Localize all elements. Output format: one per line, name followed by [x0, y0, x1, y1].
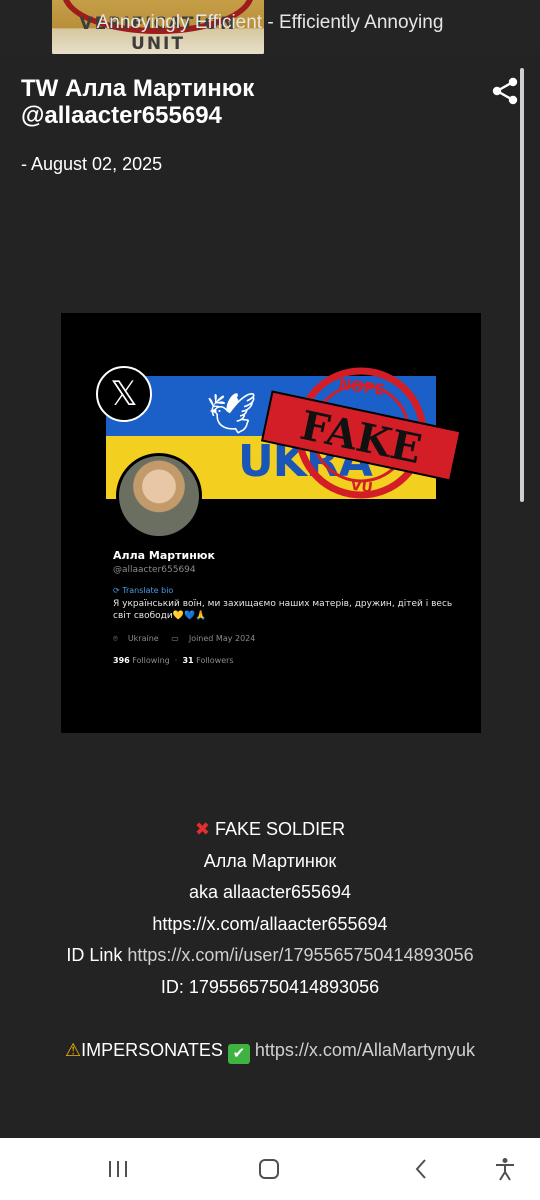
site-tagline: Annoyingly Efficient - Efficiently Annoy…: [96, 12, 444, 33]
back-button[interactable]: [406, 1156, 436, 1182]
name-line: Алла Мартинюк: [203, 850, 337, 871]
location-icon: ⌾: [113, 634, 118, 643]
android-nav-bar: [0, 1138, 540, 1200]
recent-apps-button[interactable]: [103, 1156, 133, 1182]
post-date: - August 02, 2025: [21, 154, 163, 174]
avatar: [116, 453, 202, 539]
translate-icon: ⟳: [113, 586, 120, 595]
x-logo-icon: 𝕏: [96, 366, 152, 422]
home-icon: [259, 1159, 279, 1179]
profile-details: Алла Мартинюк @allaacter655694 ⟳ Transla…: [113, 549, 463, 665]
check-mark-icon: ✔: [227, 1043, 250, 1064]
id-line: ID: 1795565750414893056: [160, 976, 380, 997]
accessibility-button[interactable]: [490, 1156, 520, 1182]
back-icon: [415, 1159, 426, 1179]
profile-location: Ukraine: [127, 634, 159, 643]
post-title: TW Алла Мартинюк @allaacter655694: [21, 75, 255, 129]
profile-follow-counts: 396 Following · 31 Followers: [113, 656, 234, 665]
stamp-top-text: NOPE: [337, 375, 386, 399]
profile-handle: @allaacter655694: [113, 565, 196, 575]
followers-count: 31: [182, 656, 194, 665]
id-link-label: ID Link: [66, 945, 123, 965]
impersonates-label: IMPERSONATES: [81, 1039, 223, 1060]
blog-header: VERIFICATION UNIT Annoyingly Efficient -…: [0, 0, 540, 54]
fake-label: FAKE SOLDIER: [215, 819, 346, 839]
profile-name: Алла Мартинюк: [113, 549, 215, 562]
translate-bio-link: ⟳ Translate bio: [113, 586, 463, 595]
accessibility-icon: [496, 1158, 514, 1181]
profile-joined: Joined May 2024: [188, 634, 256, 643]
translate-label: Translate bio: [122, 586, 174, 595]
fake-soldier-line: ✖ FAKE SOLDIER: [0, 814, 540, 846]
followers-label: Followers: [196, 656, 234, 665]
profile-url: https://x.com/allaacter655694: [152, 913, 388, 934]
home-button[interactable]: [254, 1156, 284, 1182]
impersonates-line: ⚠IMPERSONATES ✔ https://x.com/AllaMartyn…: [0, 1035, 540, 1067]
recent-apps-icon: [109, 1161, 127, 1177]
post-card: TW Алла Мартинюк @allaacter655694 - Augu…: [0, 54, 540, 1138]
fake-stamp: NOPE FAKE VU: [261, 367, 461, 499]
cross-mark-icon: ✖: [194, 819, 211, 839]
stamp-bottom-text: VU: [349, 478, 373, 497]
share-icon[interactable]: [490, 76, 520, 106]
dove-icon: 🕊: [206, 392, 257, 436]
profile-bio: Я український воїн, ми захищаємо наших м…: [113, 599, 453, 621]
calendar-icon: ▭: [171, 634, 179, 643]
following-label: Following: [132, 656, 170, 665]
impersonated-account-link[interactable]: https://x.com/AllaMartynyuk: [255, 1040, 475, 1060]
aka-line: aka allaacter655694: [188, 882, 352, 902]
post-body: ✖ FAKE SOLDIER Алла Мартинюк aka allaact…: [0, 814, 540, 1066]
id-link[interactable]: https://x.com/i/user/1795565750414893056: [127, 945, 473, 965]
scrollbar[interactable]: [520, 68, 524, 502]
embedded-profile-screenshot[interactable]: 🕊 UKRA 𝕏 NOPE FAKE VU Алла Мартинюк @all…: [61, 313, 481, 733]
id-link-line: ID Link https://x.com/i/user/17955657504…: [0, 940, 540, 972]
warning-icon: ⚠: [65, 1039, 82, 1060]
profile-meta: ⌾ Ukraine ▭ Joined May 2024: [113, 634, 463, 644]
following-count: 396: [113, 656, 130, 665]
